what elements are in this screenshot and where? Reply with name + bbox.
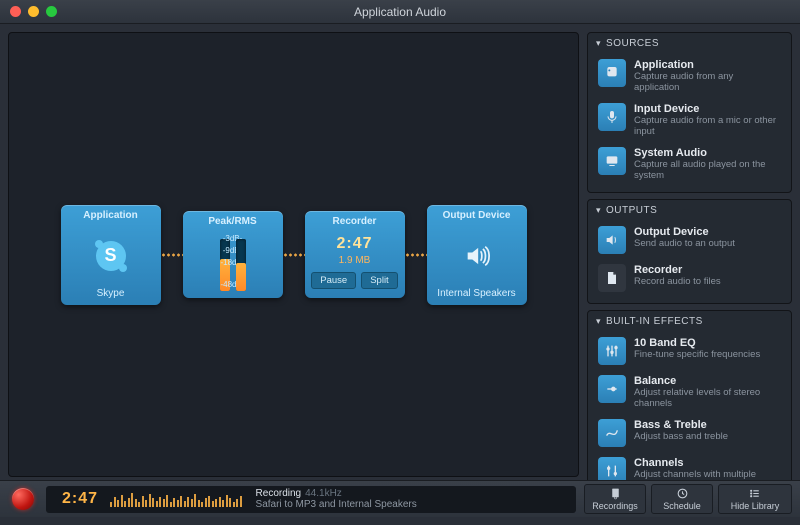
waveform-icon xyxy=(110,491,242,507)
footer-bar: 2:47 Recording44.1kHz Safari to MP3 and … xyxy=(0,480,800,517)
record-button[interactable] xyxy=(12,488,34,510)
balance-icon xyxy=(598,375,626,403)
item-desc: Capture audio from any application xyxy=(634,71,781,93)
list-icon xyxy=(749,487,762,500)
foot-btn-label: Hide Library xyxy=(731,501,780,511)
item-desc: Record audio to files xyxy=(634,276,721,287)
item-title: Bass & Treble xyxy=(634,419,728,431)
status-line1: Recording44.1kHz xyxy=(256,488,417,499)
speaker-icon xyxy=(460,242,494,270)
status-label: Recording xyxy=(256,488,302,499)
node-application[interactable]: Application S Skype xyxy=(61,205,161,305)
item-title: 10 Band EQ xyxy=(634,337,760,349)
library-sidebar: ▾ SOURCES Application Capture audio from… xyxy=(584,24,800,480)
signal-chain-canvas[interactable]: Application S Skype Peak/RMS -3dB- -9dB-… xyxy=(8,32,579,477)
panel-effects: ▾ BUILT-IN EFFECTS 10 Band EQ Fine-tune … xyxy=(587,310,792,480)
eq-sliders-icon xyxy=(598,337,626,365)
panel-title: OUTPUTS xyxy=(606,205,657,216)
output-item-recorder[interactable]: Recorder Record audio to files xyxy=(594,259,785,297)
foot-btn-label: Schedule xyxy=(663,501,701,511)
node-output-device[interactable]: Output Device Internal Speakers xyxy=(427,205,527,305)
chevron-down-icon: ▾ xyxy=(596,316,601,327)
node-peak-rms[interactable]: Peak/RMS -3dB- -9dB- -18dB- -48dB- xyxy=(183,211,283,298)
source-item-application[interactable]: Application Capture audio from any appli… xyxy=(594,54,785,98)
item-title: Recorder xyxy=(634,264,721,276)
output-item-output-device[interactable]: Output Device Send audio to an output xyxy=(594,221,785,259)
chevron-down-icon: ▾ xyxy=(596,205,601,216)
title-bar: Application Audio xyxy=(0,0,800,24)
node-subtitle: Skype xyxy=(61,288,161,299)
effect-item-channels[interactable]: Channels Adjust channels with multiple s… xyxy=(594,452,785,480)
panel-title: SOURCES xyxy=(606,38,659,49)
item-title: Input Device xyxy=(634,103,781,115)
node-title: Peak/RMS xyxy=(183,215,283,228)
skype-icon: S xyxy=(96,241,126,271)
panel-header-outputs[interactable]: ▾ OUTPUTS xyxy=(588,200,791,221)
connector xyxy=(405,253,427,257)
foot-btn-label: Recordings xyxy=(592,501,638,511)
node-subtitle: Internal Speakers xyxy=(427,288,527,299)
item-desc: Adjust relative levels of stereo channel… xyxy=(634,387,781,409)
status-time: 2:47 xyxy=(46,490,110,508)
effect-item-eq[interactable]: 10 Band EQ Fine-tune specific frequencie… xyxy=(594,332,785,370)
item-desc: Send audio to an output xyxy=(634,238,735,249)
item-title: Balance xyxy=(634,375,781,387)
file-icon xyxy=(598,264,626,292)
effect-item-balance[interactable]: Balance Adjust relative levels of stereo… xyxy=(594,370,785,414)
item-title: Channels xyxy=(634,457,781,469)
peak-meter: -3dB- -9dB- -18dB- -48dB- xyxy=(220,233,246,291)
node-recorder[interactable]: Recorder 2:47 1.9 MB Pause Split xyxy=(305,211,405,298)
schedule-button[interactable]: Schedule xyxy=(651,484,713,514)
channels-icon xyxy=(598,457,626,480)
recorder-time: 2:47 xyxy=(336,235,372,253)
recorder-size: 1.9 MB xyxy=(339,255,371,266)
signal-chain: Application S Skype Peak/RMS -3dB- -9dB-… xyxy=(61,205,527,305)
panel-title: BUILT-IN EFFECTS xyxy=(606,316,703,327)
system-audio-icon xyxy=(598,147,626,175)
panel-sources: ▾ SOURCES Application Capture audio from… xyxy=(587,32,792,193)
node-title: Recorder xyxy=(305,215,405,228)
panel-header-effects[interactable]: ▾ BUILT-IN EFFECTS xyxy=(588,311,791,332)
item-desc: Adjust bass and treble xyxy=(634,431,728,442)
chevron-down-icon: ▾ xyxy=(596,38,601,49)
panel-outputs: ▾ OUTPUTS Output Device Send audio to an… xyxy=(587,199,792,304)
status-detail: Safari to MP3 and Internal Speakers xyxy=(256,499,417,510)
recordings-button[interactable]: Recordings xyxy=(584,484,646,514)
node-title: Output Device xyxy=(427,209,527,222)
item-desc: Capture audio from a mic or other input xyxy=(634,115,781,137)
source-item-input-device[interactable]: Input Device Capture audio from a mic or… xyxy=(594,98,785,142)
item-desc: Adjust channels with multiple settings xyxy=(634,469,781,480)
item-desc: Capture all audio played on the system xyxy=(634,159,781,181)
bass-treble-icon xyxy=(598,419,626,447)
clock-icon xyxy=(676,487,689,500)
source-item-system-audio[interactable]: System Audio Capture all audio played on… xyxy=(594,142,785,186)
node-title: Application xyxy=(61,209,161,222)
microphone-icon xyxy=(598,103,626,131)
split-button[interactable]: Split xyxy=(361,272,397,289)
item-title: Application xyxy=(634,59,781,71)
speaker-icon xyxy=(598,226,626,254)
item-title: System Audio xyxy=(634,147,781,159)
recordings-icon xyxy=(609,487,622,500)
status-rate: 44.1kHz xyxy=(305,488,342,499)
application-icon xyxy=(598,59,626,87)
item-title: Output Device xyxy=(634,226,735,238)
connector xyxy=(161,253,183,257)
window-title: Application Audio xyxy=(0,5,800,19)
panel-header-sources[interactable]: ▾ SOURCES xyxy=(588,33,791,54)
status-bar: 2:47 Recording44.1kHz Safari to MP3 and … xyxy=(46,486,576,513)
pause-button[interactable]: Pause xyxy=(311,272,356,289)
connector xyxy=(283,253,305,257)
effect-item-bass-treble[interactable]: Bass & Treble Adjust bass and treble xyxy=(594,414,785,452)
hide-library-button[interactable]: Hide Library xyxy=(718,484,792,514)
item-desc: Fine-tune specific frequencies xyxy=(634,349,760,360)
